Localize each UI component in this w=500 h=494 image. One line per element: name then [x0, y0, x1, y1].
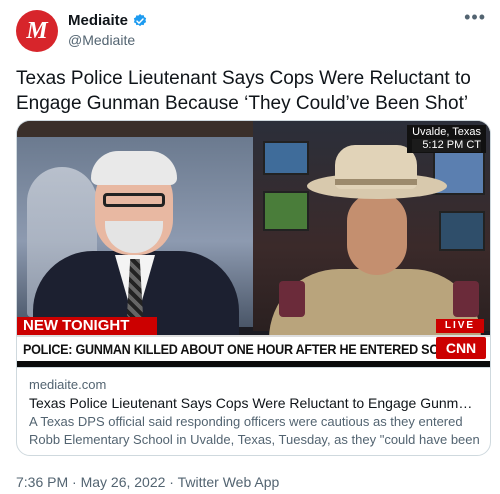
- verified-badge-icon: [133, 13, 147, 26]
- name-row: Mediaite: [68, 12, 148, 29]
- time-label: 5:12 PM CT: [412, 139, 481, 152]
- avatar[interactable]: M: [16, 10, 58, 52]
- chyron-headline: POLICE: GUNMAN KILLED ABOUT ONE HOUR AFT…: [23, 341, 474, 357]
- card-domain: mediaite.com: [29, 377, 107, 392]
- cowboy-hat-band: [335, 179, 417, 185]
- shoulder-patch: [453, 281, 479, 317]
- live-badge: LIVE: [436, 319, 484, 333]
- shoulder-patch: [279, 281, 305, 317]
- card-meta: mediaite.com Texas Police Lieutenant Say…: [17, 367, 490, 455]
- tweet-text: Texas Police Lieutenant Says Cops Were R…: [16, 68, 471, 114]
- tweet-header: M Mediaite @Mediaite •••: [16, 8, 486, 54]
- monitor: [263, 191, 309, 231]
- handle[interactable]: @Mediaite: [68, 32, 135, 48]
- avatar-letter: M: [26, 18, 48, 44]
- card-description: A Texas DPS official said responding off…: [29, 414, 480, 455]
- tweet-timestamp[interactable]: 7:36 PM · May 26, 2022 · Twitter Web App: [16, 474, 279, 490]
- card-title: Texas Police Lieutenant Says Cops Were R…: [29, 395, 480, 411]
- monitor: [263, 141, 309, 175]
- new-tonight-banner: NEW TONIGHT: [17, 317, 157, 335]
- more-options-icon[interactable]: •••: [464, 8, 486, 26]
- location-label: Uvalde, Texas: [412, 126, 481, 138]
- trooper-face: [347, 193, 407, 275]
- location-overlay: Uvalde, Texas 5:12 PM CT: [407, 125, 486, 153]
- chyron: POLICE: GUNMAN KILLED ABOUT ONE HOUR AFT…: [17, 335, 490, 361]
- monitor: [439, 211, 485, 251]
- link-card[interactable]: Uvalde, Texas 5:12 PM CT LIVE NEW TONIGH…: [16, 120, 491, 456]
- anchor-glasses: [103, 193, 165, 207]
- card-image: Uvalde, Texas 5:12 PM CT LIVE NEW TONIGH…: [17, 121, 490, 367]
- cnn-logo: CNN: [436, 337, 486, 359]
- display-name[interactable]: Mediaite: [68, 12, 128, 29]
- anchor-hair: [91, 151, 177, 185]
